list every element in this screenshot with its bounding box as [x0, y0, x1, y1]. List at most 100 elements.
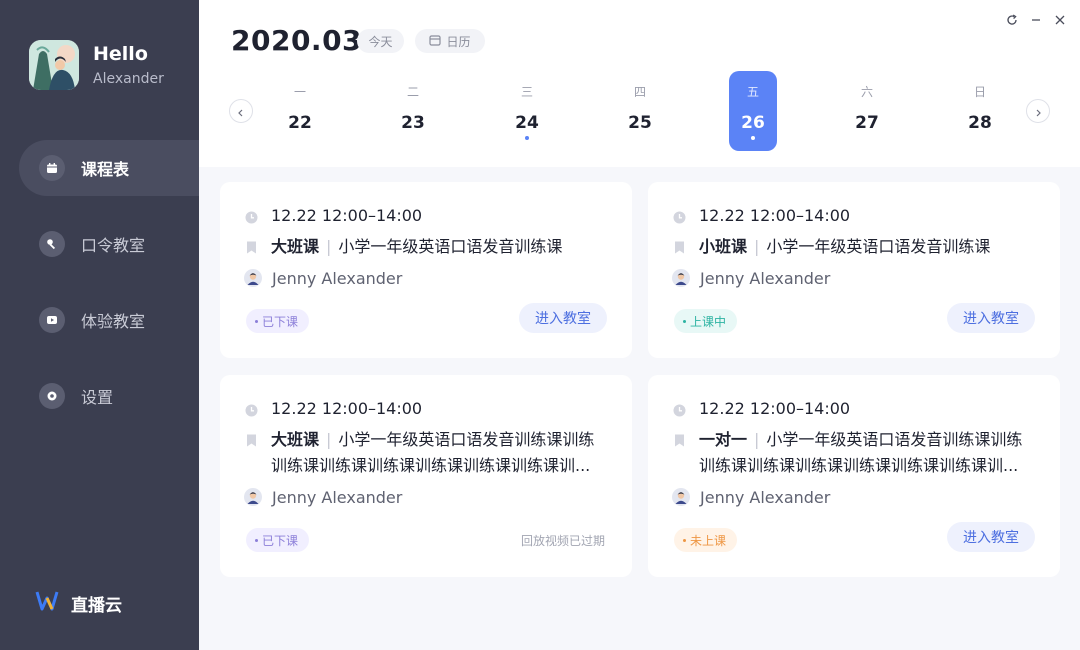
course-title: 大班课 | 小学一年级英语口语发音训练课 [271, 234, 621, 260]
course-type: 小班课 [699, 237, 748, 256]
minimize-icon [1030, 11, 1042, 30]
day-weekday: 四 [633, 85, 646, 99]
clock-icon [244, 403, 258, 417]
year-month-title: 2020.03 [231, 24, 363, 57]
nav-label: 口令教室 [81, 236, 146, 255]
separator: | [754, 237, 760, 256]
course-type: 一对一 [699, 430, 748, 449]
course-name: 小学一年级英语口语发音训练课训练 [766, 430, 1023, 449]
card-time-row: 12.22 12:00–14:00 [244, 399, 422, 418]
class-indicator-dot [751, 136, 755, 140]
bookmark-icon [672, 240, 686, 254]
replay-expired-note: 回放视频已过期 [520, 534, 605, 548]
calendar-button[interactable]: 日历 [415, 29, 485, 53]
course-card: 12.22 12:00–14:00 大班课 | 小学一年级英语口语发音训练课训练 训… [220, 375, 632, 577]
day-weekday: 五 [746, 85, 759, 99]
nav-item-password-room[interactable]: 口令教室 [19, 216, 199, 272]
refresh-button[interactable] [1004, 12, 1020, 28]
day-weekday: 一 [293, 85, 306, 99]
chevron-left-icon [237, 102, 245, 121]
day-date: 26 [741, 113, 765, 133]
card-teacher-row: Jenny Alexander [244, 269, 402, 291]
day-date: 24 [515, 113, 539, 133]
card-title-row: 大班课 | 小学一年级英语口语发音训练课 [244, 234, 621, 260]
user-name: Alexander [93, 71, 164, 87]
course-name: 小学一年级英语口语发音训练课 [766, 237, 991, 256]
card-time-row: 12.22 12:00–14:00 [672, 206, 850, 225]
card-title-row: 一对一 | 小学一年级英语口语发音训练课训练 训练课训练课训练课训练课训练课训练课训… [672, 427, 1049, 479]
day-cell[interactable]: 五 26 [729, 71, 777, 151]
nav-item-settings[interactable]: 设置 [19, 368, 199, 424]
today-button[interactable]: 今天 [357, 29, 404, 53]
card-title-row: 大班课 | 小学一年级英语口语发音训练课训练 训练课训练课训练课训练课训练课训练课训… [244, 427, 621, 479]
day-cell[interactable]: 日 28 [956, 71, 1004, 151]
teacher-name: Jenny Alexander [700, 269, 831, 288]
status-badge: 已下课 [246, 528, 310, 552]
card-time-row: 12.22 12:00–14:00 [244, 206, 422, 225]
day-cell[interactable]: 四 25 [616, 71, 664, 151]
course-type: 大班课 [271, 237, 320, 256]
avatar[interactable] [29, 40, 79, 90]
nav-item-trial-room[interactable]: 体验教室 [19, 292, 199, 348]
video-icon [39, 307, 65, 333]
next-week-button[interactable] [1026, 99, 1050, 123]
status-badge: 已下课 [246, 309, 310, 333]
course-name-continued: 训练课训练课训练课训练课训练课训练课训... [699, 456, 1019, 475]
status-badge: 未上课 [674, 528, 738, 552]
day-date: 23 [401, 113, 425, 133]
teacher-avatar [244, 488, 262, 510]
today-label: 今天 [368, 34, 393, 49]
day-weekday: 六 [860, 85, 873, 99]
teacher-avatar [672, 488, 690, 510]
header: 2020.03 今天 日历 一 22 二 23 三 24 四 25 五 26 六… [199, 0, 1080, 167]
day-date: 27 [855, 113, 879, 133]
enter-classroom-button[interactable]: 进入教室 [947, 522, 1035, 552]
day-date: 28 [968, 113, 992, 133]
clock-icon [672, 210, 686, 224]
class-indicator-dot [525, 136, 529, 140]
course-name: 小学一年级英语口语发音训练课训练 [338, 430, 595, 449]
course-card: 12.22 12:00–14:00 大班课 | 小学一年级英语口语发音训练课 Jen… [220, 182, 632, 358]
close-icon [1054, 11, 1066, 30]
minimize-button[interactable] [1028, 12, 1044, 28]
teacher-avatar [244, 269, 262, 291]
teacher-name: Jenny Alexander [272, 488, 403, 507]
day-date: 22 [288, 113, 312, 133]
close-button[interactable] [1052, 12, 1068, 28]
nav-item-schedule[interactable]: 课程表 [19, 140, 199, 196]
brand-logo-icon [35, 590, 59, 616]
enter-classroom-button[interactable]: 进入教室 [947, 303, 1035, 333]
course-title: 小班课 | 小学一年级英语口语发音训练课 [699, 234, 1049, 260]
card-teacher-row: Jenny Alexander [672, 269, 830, 291]
nav-label: 设置 [81, 388, 114, 407]
course-time: 12.22 12:00–14:00 [271, 206, 423, 225]
brand: 直播云 [35, 590, 122, 616]
separator: | [326, 237, 332, 256]
card-teacher-row: Jenny Alexander [672, 488, 830, 510]
calendar-small-icon [429, 34, 442, 49]
course-card: 12.22 12:00–14:00 小班课 | 小学一年级英语口语发音训练课 Jen… [648, 182, 1060, 358]
prev-week-button[interactable] [229, 99, 253, 123]
gear-icon [39, 383, 65, 409]
course-time: 12.22 12:00–14:00 [271, 399, 423, 418]
day-cell[interactable]: 三 24 [503, 71, 551, 151]
card-title-row: 小班课 | 小学一年级英语口语发音训练课 [672, 234, 1049, 260]
enter-classroom-button[interactable]: 进入教室 [519, 303, 607, 333]
day-cell[interactable]: 一 22 [276, 71, 324, 151]
day-cell[interactable]: 二 23 [389, 71, 437, 151]
clock-icon [244, 210, 258, 224]
course-card: 12.22 12:00–14:00 一对一 | 小学一年级英语口语发音训练课训练 训… [648, 375, 1060, 577]
calendar-icon [39, 155, 65, 181]
day-weekday: 三 [520, 85, 533, 99]
teacher-name: Jenny Alexander [700, 488, 831, 507]
refresh-icon [1006, 11, 1018, 30]
course-name: 小学一年级英语口语发音训练课 [338, 237, 563, 256]
clock-icon [672, 403, 686, 417]
separator: | [326, 430, 332, 449]
separator: | [754, 430, 760, 449]
day-cell[interactable]: 六 27 [843, 71, 891, 151]
day-weekday: 二 [406, 85, 419, 99]
chevron-right-icon [1034, 102, 1042, 121]
bookmark-icon [244, 240, 258, 254]
course-time: 12.22 12:00–14:00 [699, 206, 851, 225]
